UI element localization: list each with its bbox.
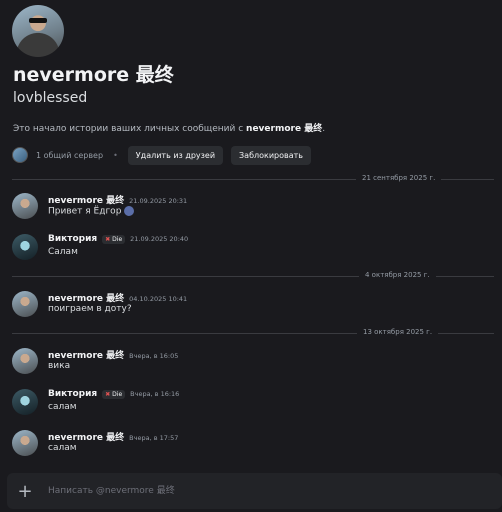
message-timestamp: Вчера, в 16:16 [130,390,180,398]
message-text-content: Привет я Ёдгор [48,206,122,217]
author-name[interactable]: Виктория [48,389,97,399]
emoji-icon [124,206,135,216]
intro-prefix: Это начало истории ваших личных сообщени… [13,124,247,134]
remove-friend-button[interactable]: Удалить из друзей [127,145,224,165]
message-text: салам [48,443,77,453]
message-text: Привет я Ёдгор [48,206,135,217]
profile-display-name: nevermore 最终 [13,64,174,86]
intro-name: nevermore 最终 [246,124,323,134]
message-text: салам [48,402,77,412]
author-avatar[interactable] [12,430,38,456]
date-divider: 13 октября 2025 г. [12,328,494,338]
tag-label: Die [112,236,123,243]
server-icon[interactable] [12,147,28,163]
guild-tag[interactable]: ✖ Die [102,235,126,244]
message-input[interactable] [46,485,502,497]
author-avatar[interactable] [12,193,38,219]
intro-suffix: . [322,124,326,134]
tag-label: Die [112,391,123,398]
author-avatar[interactable] [12,348,38,374]
author-avatar[interactable] [12,291,38,317]
author-name[interactable]: nevermore 最终 [48,193,124,206]
message-text: поиграем в доту? [48,304,132,314]
guild-tag[interactable]: ✖ Die [102,390,126,399]
author-name[interactable]: nevermore 最终 [48,291,124,304]
tag-icon: ✖ [105,236,111,243]
profile-actions: 1 общий сервер • Удалить из друзей Забло… [12,145,312,165]
message-timestamp: 21.09.2025 20:40 [130,235,189,243]
author-avatar[interactable] [12,389,38,415]
date-divider: 4 октября 2025 г. [12,271,494,281]
author-name[interactable]: nevermore 最终 [48,430,124,443]
date-divider: 21 сентября 2025 г. [12,174,494,184]
dm-intro-text: Это начало истории ваших личных сообщени… [13,121,325,134]
separator-dot: • [113,150,118,160]
block-button[interactable]: Заблокировать [231,145,312,165]
author-name[interactable]: nevermore 最终 [48,348,124,361]
author-name[interactable]: Виктория [48,234,97,244]
profile-username: lovblessed [13,90,88,106]
profile-avatar[interactable] [12,5,64,57]
author-avatar[interactable] [12,234,38,260]
message-timestamp: Вчера, в 16:05 [129,352,179,360]
message-composer: + [7,473,502,509]
tag-icon: ✖ [105,391,111,398]
message-timestamp: 21.09.2025 20:31 [129,197,188,205]
message-timestamp: 04.10.2025 10:41 [129,295,188,303]
date-label: 13 октября 2025 г. [357,328,439,336]
mutual-servers-link[interactable]: 1 общий сервер [36,151,103,160]
message-text: Салам [48,247,78,257]
attach-plus-icon[interactable]: + [16,481,34,502]
message-text: вика [48,361,71,371]
date-label: 21 сентября 2025 г. [356,174,442,182]
message-timestamp: Вчера, в 17:57 [129,434,179,442]
date-label: 4 октября 2025 г. [359,271,436,279]
